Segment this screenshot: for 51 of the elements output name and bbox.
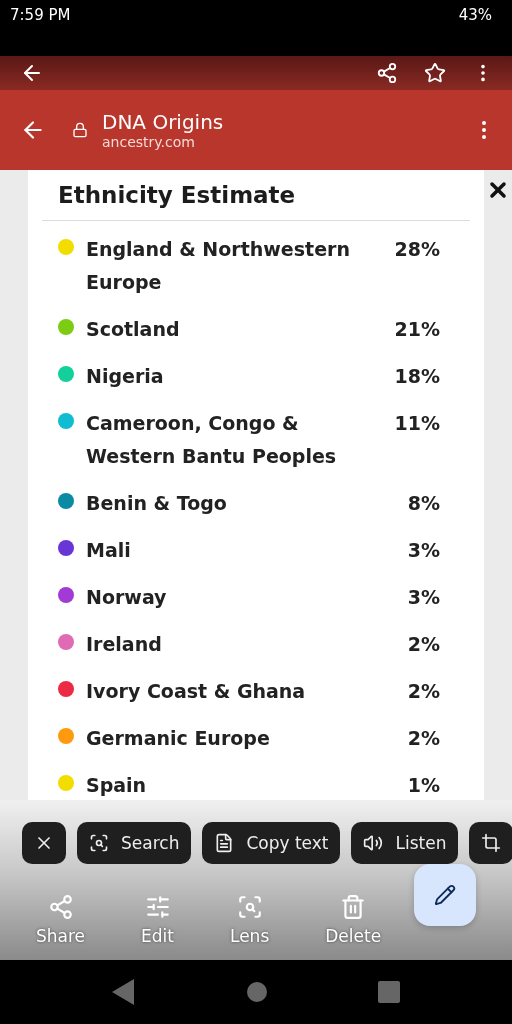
region-name: Spain xyxy=(86,773,148,798)
lens-icon xyxy=(236,894,263,920)
toolbar-action[interactable]: Edit xyxy=(141,894,174,946)
region-name: Nigeria xyxy=(86,364,165,389)
region-percent: 28% xyxy=(394,237,440,262)
star-icon[interactable] xyxy=(424,62,446,84)
region-name: Mali xyxy=(86,538,132,563)
status-time: 7:59 PM xyxy=(10,6,71,24)
region-percent: 2% xyxy=(407,726,440,751)
icon-chip[interactable] xyxy=(22,822,66,864)
region-percent: 3% xyxy=(407,538,440,563)
region-percent: 8% xyxy=(407,491,440,516)
region-name: Cameroon, Congo & Western Bantu Peoples xyxy=(86,411,338,469)
card-title: Ethnicity Estimate xyxy=(42,170,470,221)
home-nav-icon[interactable] xyxy=(246,981,268,1003)
action-chip[interactable]: Copy text xyxy=(202,822,341,864)
region-percent: 2% xyxy=(407,632,440,657)
region-name: England & Northwestern Europe xyxy=(86,237,351,295)
sliders-icon xyxy=(144,894,171,920)
icon-chip[interactable] xyxy=(469,822,512,864)
battery-level: 43% xyxy=(458,6,492,24)
trash-icon xyxy=(340,894,367,920)
document-icon xyxy=(214,833,235,853)
pencil-icon xyxy=(434,884,456,906)
lock-icon xyxy=(72,122,88,138)
action-chip[interactable]: Listen xyxy=(351,822,459,864)
page-url: ancestry.com xyxy=(102,134,196,150)
edit-button[interactable] xyxy=(414,864,476,926)
region-percent: 3% xyxy=(407,585,440,610)
region-name: Norway xyxy=(86,585,168,610)
action-chip[interactable]: Search xyxy=(77,822,192,864)
region-name: Ireland xyxy=(86,632,163,657)
back-nav-icon[interactable] xyxy=(112,979,136,1005)
region-percent: 2% xyxy=(407,679,440,704)
region-percent: 1% xyxy=(407,773,440,798)
lens-icon xyxy=(89,833,109,853)
speaker-icon xyxy=(363,833,384,853)
region-name: Germanic Europe xyxy=(86,726,271,751)
page-title: DNA Origins xyxy=(102,110,224,134)
toolbar-action[interactable]: Lens xyxy=(230,894,270,946)
region-name: Benin & Togo xyxy=(86,491,228,516)
toolbar-action[interactable]: Delete xyxy=(325,894,382,946)
region-name: Scotland xyxy=(86,317,181,342)
region-percent: 21% xyxy=(394,317,440,342)
share-icon xyxy=(47,894,74,920)
region-percent: 11% xyxy=(394,411,440,436)
share-icon[interactable] xyxy=(376,62,398,84)
region-name: Ivory Coast & Ghana xyxy=(86,679,307,704)
region-percent: 18% xyxy=(394,364,440,389)
toolbar-action[interactable]: Share xyxy=(36,894,86,946)
crop-icon xyxy=(481,833,502,853)
